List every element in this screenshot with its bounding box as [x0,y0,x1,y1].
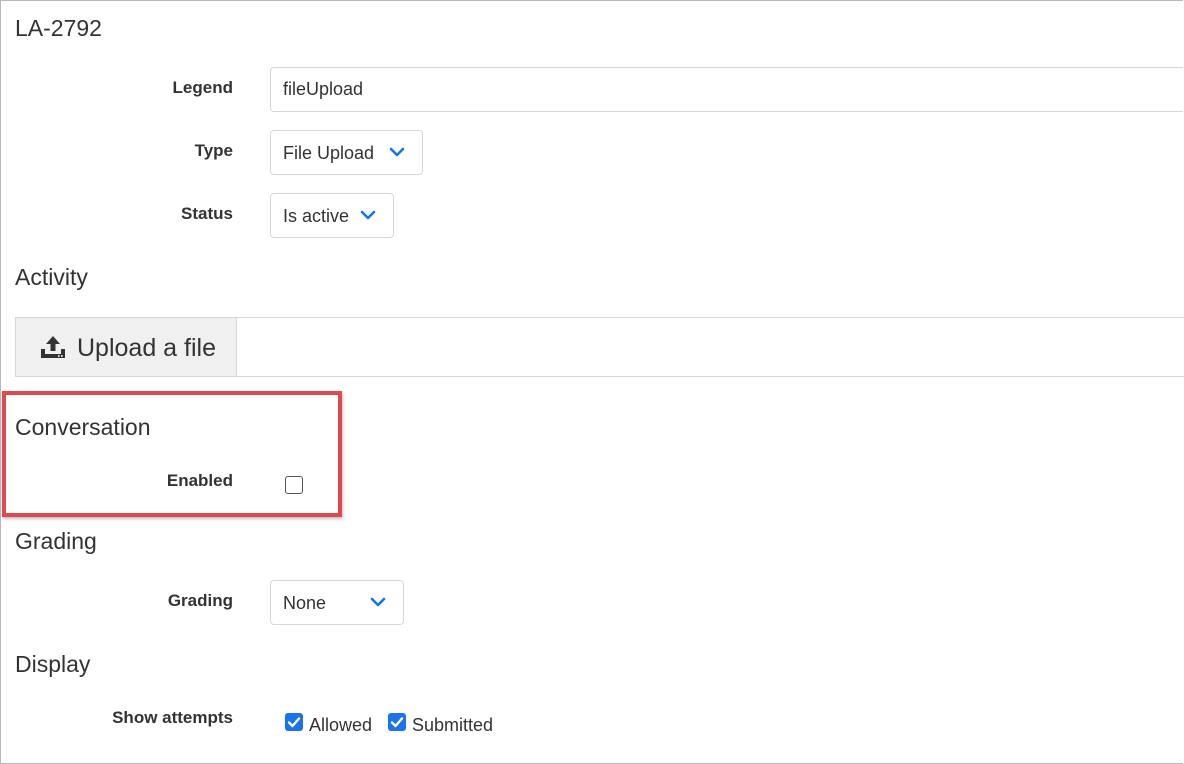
status-label: Status [181,204,233,223]
conversation-enabled-checkbox[interactable] [285,476,303,494]
status-select[interactable]: Is active [270,193,394,238]
chevron-down-icon [370,597,386,607]
grading-select[interactable]: None [270,580,404,625]
checkmark-icon [287,717,301,728]
status-select-value: Is active [283,206,350,226]
submitted-checkbox[interactable] [388,713,406,731]
chevron-down-icon [389,147,405,157]
upload-file-button[interactable]: Upload a file [16,318,237,376]
grading-label: Grading [167,591,233,610]
upload-button-label: Upload a file [77,334,216,362]
legend-label: Legend [172,78,233,97]
legend-input[interactable] [270,67,1183,112]
type-label: Type [194,141,233,160]
conversation-highlight-box [2,391,342,517]
show-attempts-label: Show attempts [112,708,233,727]
chevron-down-icon [360,210,376,220]
type-select-value: File Upload [283,143,375,163]
page-title: LA-2792 [15,15,102,41]
allowed-checkbox[interactable] [285,713,303,731]
checkmark-icon [390,717,404,728]
submitted-label[interactable]: Submitted [412,714,493,736]
conversation-title: Conversation [15,414,151,440]
display-title: Display [15,651,91,677]
enabled-label: Enabled [166,471,233,490]
type-select[interactable]: File Upload [270,130,423,175]
upload-field: Upload a file [15,317,1184,377]
grading-title: Grading [15,528,97,554]
activity-title: Activity [15,264,88,290]
upload-icon [41,336,65,358]
form-panel: LA-2792 Legend Type File Upload Status I… [0,0,1184,764]
grading-select-value: None [283,593,327,613]
allowed-label[interactable]: Allowed [309,714,372,736]
